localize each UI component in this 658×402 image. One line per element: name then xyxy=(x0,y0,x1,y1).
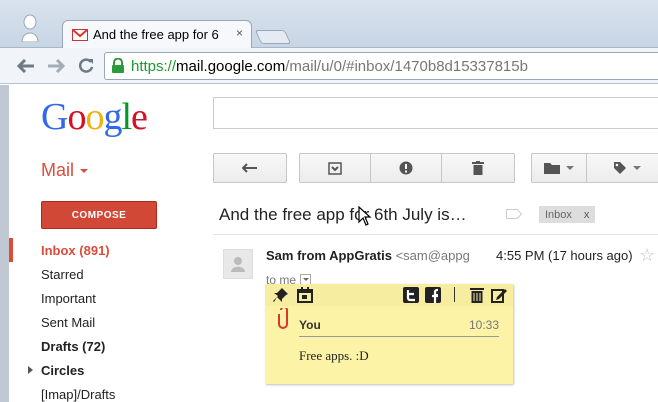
person-icon xyxy=(231,257,245,272)
back-arrow-icon xyxy=(242,163,257,173)
archive-button[interactable] xyxy=(299,153,371,183)
browser-titlebar: And the free app for 6th July × xyxy=(0,0,658,49)
forward-arrow-icon[interactable] xyxy=(44,54,68,78)
labels-button[interactable] xyxy=(586,153,658,183)
profile-avatar-icon[interactable] xyxy=(20,14,40,42)
star-icon[interactable]: ☆ xyxy=(639,245,655,266)
sidebar-item-imap-drafts[interactable]: [Imap]/Drafts xyxy=(9,382,149,402)
remove-label-icon[interactable]: x xyxy=(584,209,590,221)
message-subject: And the free app for 6th July is… xyxy=(219,205,467,224)
sender-address: <sam@appg xyxy=(395,248,470,263)
address-bar[interactable]: https://mail.google.com/mail/u/0/#inbox/… xyxy=(104,52,658,80)
google-logo[interactable]: Google xyxy=(41,95,148,139)
sidebar-nav: Inbox (891) Starred Important Sent Mail … xyxy=(9,238,149,402)
chevron-down-icon xyxy=(633,166,641,170)
back-to-inbox-button[interactable] xyxy=(213,153,287,183)
delete-button[interactable] xyxy=(441,153,515,183)
note-text[interactable]: Free apps. :D xyxy=(299,348,369,364)
search-input[interactable] xyxy=(213,97,658,129)
sidebar-item-sent-mail[interactable]: Sent Mail xyxy=(9,310,149,334)
sidebar-item-starred[interactable]: Starred xyxy=(9,262,149,286)
folder-icon xyxy=(544,163,560,174)
sidebar-item-label: Circles xyxy=(41,362,85,378)
paperclip-icon xyxy=(278,308,288,329)
mouse-cursor-icon xyxy=(358,206,372,226)
tag-icon xyxy=(614,162,626,174)
spam-icon xyxy=(399,161,413,175)
sender-line: Sam from AppGratis <sam@appg xyxy=(266,248,470,263)
compose-button[interactable]: COMPOSE xyxy=(41,201,157,229)
label-tag-icon[interactable] xyxy=(506,209,522,219)
note-divider xyxy=(299,336,499,337)
gmail-favicon-icon xyxy=(72,29,88,41)
chevron-down-icon xyxy=(566,166,574,170)
logo-letter: e xyxy=(131,96,148,138)
inbox-label-chip: Inbox x xyxy=(539,206,596,223)
tab-close-icon[interactable]: × xyxy=(236,26,243,40)
logo-letter: o xyxy=(67,96,86,138)
sidebar-item-circles[interactable]: Circles xyxy=(9,358,149,382)
trash-icon[interactable] xyxy=(469,287,485,303)
note-time: 10:33 xyxy=(468,318,499,332)
edit-pencil-icon[interactable] xyxy=(491,287,507,303)
sidebar-item-important[interactable]: Important xyxy=(9,286,149,310)
trash-icon xyxy=(472,161,484,175)
gmail-page: Google Mail COMPOSE And the free app for… xyxy=(0,85,658,402)
logo-letter: o xyxy=(85,96,104,138)
mail-menu[interactable]: Mail xyxy=(41,160,89,181)
sticky-note[interactable]: You 10:33 Free apps. :D xyxy=(265,284,513,384)
archive-icon xyxy=(328,161,342,175)
sender-avatar xyxy=(223,249,253,279)
back-arrow-icon[interactable] xyxy=(14,54,38,78)
url-scheme: https:// xyxy=(131,58,177,75)
mail-label: Mail xyxy=(41,160,75,180)
sidebar-item-inbox[interactable]: Inbox (891) xyxy=(9,238,149,262)
twitter-icon[interactable] xyxy=(403,287,419,303)
url-path: /mail/u/0/#inbox/1470b8d15337815b xyxy=(285,58,528,75)
reload-icon[interactable] xyxy=(74,54,98,78)
report-spam-button[interactable] xyxy=(370,153,442,183)
lock-icon xyxy=(112,58,124,73)
logo-letter: G xyxy=(41,96,68,138)
move-to-button[interactable] xyxy=(531,153,587,183)
message-time: 4:55 PM (17 hours ago) xyxy=(496,248,633,263)
browser-tab[interactable]: And the free app for 6th July × xyxy=(62,20,252,49)
browser-toolbar: https://mail.google.com/mail/u/0/#inbox/… xyxy=(0,48,658,84)
logo-letter: g xyxy=(103,96,122,138)
chip-label: Inbox xyxy=(545,208,572,221)
note-toolbar xyxy=(265,284,513,306)
calendar-icon[interactable] xyxy=(297,287,313,303)
note-author: You xyxy=(299,318,321,332)
pin-icon[interactable] xyxy=(273,287,289,303)
expand-triangle-icon[interactable] xyxy=(28,366,33,374)
divider xyxy=(213,234,658,235)
url-text: https://mail.google.com/mail/u/0/#inbox/… xyxy=(131,58,528,75)
sidebar-item-drafts[interactable]: Drafts (72) xyxy=(9,334,149,358)
tab-title: And the free app for 6th July xyxy=(93,27,219,42)
sender-name[interactable]: Sam from AppGratis xyxy=(266,248,392,263)
chevron-down-icon xyxy=(80,169,89,174)
toolbar-divider xyxy=(454,287,455,302)
logo-letter: l xyxy=(121,96,132,138)
new-tab-button[interactable] xyxy=(254,30,292,44)
url-host: mail.google.com xyxy=(176,58,286,75)
facebook-icon[interactable] xyxy=(425,287,441,303)
